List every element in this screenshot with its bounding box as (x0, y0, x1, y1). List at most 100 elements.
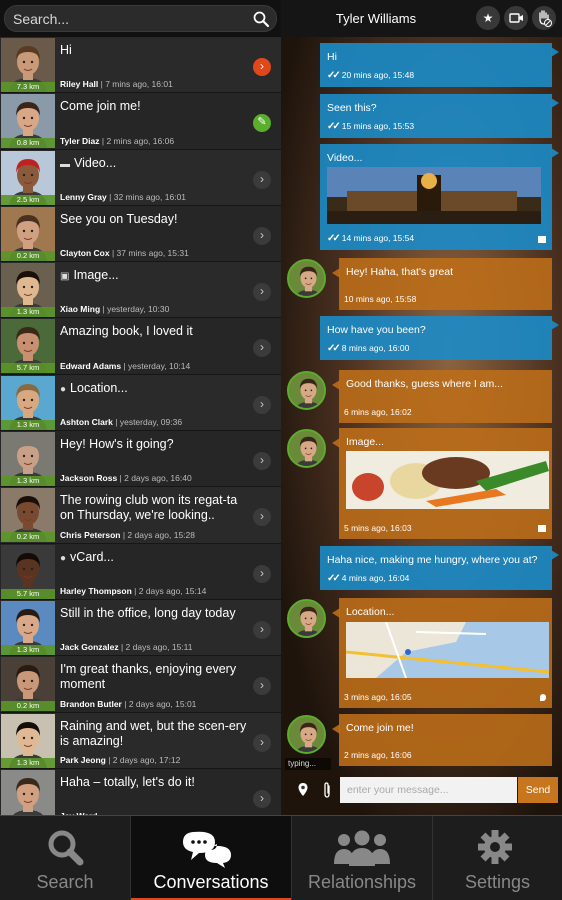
message-preview: Still in the office, long day today (60, 606, 250, 621)
message-text: Video... (74, 155, 117, 170)
share-location-icon[interactable] (293, 780, 313, 800)
chevron-right-icon[interactable]: › (253, 508, 271, 527)
message-timestamp: 2 mins ago, 16:06 (344, 750, 412, 760)
video-type-icon (538, 236, 546, 243)
tab-relationships[interactable]: Relationships (292, 816, 432, 900)
message-preview: Amazing book, I loved it (60, 324, 250, 339)
chevron-right-icon[interactable]: › (253, 283, 271, 302)
search-icon[interactable] (252, 10, 270, 28)
conversation-meta: Chris Peterson | 2 days ago, 15:28 (60, 529, 195, 540)
timestamp: 37 mins ago, 15:31 (116, 248, 189, 259)
avatar: 0.2 km (1, 488, 55, 543)
writing-indicator-icon[interactable]: ✎ (253, 114, 271, 133)
conversation-row[interactable]: 7.3 km Hi Riley Hall | 7 mins ago, 16:01 › (0, 37, 281, 94)
conversation-row[interactable]: 5.7 km Amazing book, I loved it Edward Ada… (0, 318, 281, 375)
location-icon: ● (60, 383, 67, 395)
incoming-message[interactable]: Hey! Haha, that's great 10 mins ago, 15:5… (332, 258, 552, 310)
conversation-row[interactable]: 1.3 km Raining and wet, but the scen-ery … (0, 712, 281, 769)
chevron-right-icon[interactable]: › (253, 452, 271, 471)
message-timestamp: ✓✓ 8 mins ago, 16:00 (327, 343, 409, 354)
outgoing-message[interactable]: Seen this? ✓✓ 15 mins ago, 15:53 (320, 94, 559, 138)
avatar: 5.7 km (1, 544, 55, 599)
avatar: 5.7 km (1, 319, 55, 374)
contact-name: Xiao Ming (60, 304, 101, 315)
message-time: 10 mins ago, 15:58 (344, 294, 417, 304)
send-button[interactable]: Send (518, 777, 558, 803)
read-receipt-icon: ✓✓ (327, 70, 341, 81)
chat-pane: Tyler Williams ★ Hi ✓✓ 20 mins ago, 15:48 S… (281, 0, 562, 815)
contact-name: Ashton Clark (60, 417, 113, 428)
search-input[interactable] (13, 6, 243, 31)
timestamp: 32 mins ago, 16:01 (113, 191, 187, 202)
message-text: Hey! How's it going? (60, 437, 174, 452)
chevron-right-icon[interactable]: › (253, 677, 271, 696)
timestamp: 2 days ago, 16:40 (124, 473, 192, 484)
conversation-row[interactable]: 0.2 km See you on Tuesday! Clayton Cox | 3… (0, 205, 281, 263)
attach-paperclip-icon[interactable] (317, 780, 337, 800)
distance-badge: 0.2 km (1, 532, 55, 543)
message-time: 6 mins ago, 16:02 (344, 407, 412, 417)
conversation-row[interactable]: 1.3 km ● Location... Ashton Clark | yesterd… (0, 374, 281, 432)
people-icon (334, 830, 390, 866)
contact-name: Tyler Williams (335, 11, 417, 26)
read-receipt-icon: ✓✓ (327, 343, 341, 354)
contact-avatar[interactable] (287, 259, 326, 298)
conversation-row[interactable]: 0.2 km I'm great thanks, enjoying every m… (0, 656, 281, 713)
conversation-row[interactable]: Haha – totally, let's do it!Jay Ward› (0, 768, 281, 815)
search-icon (48, 830, 84, 866)
message-text: I'm great thanks, enjoying every moment (60, 662, 237, 692)
incoming-message[interactable]: Image... 5 mins ago, 16:03 (332, 428, 552, 539)
tab-conversations[interactable]: Conversations (131, 816, 291, 900)
tab-search[interactable]: Search (0, 816, 130, 900)
contact-name: Tyler Diaz (60, 135, 100, 146)
avatar: 1.3 km (1, 432, 55, 487)
chevron-right-icon[interactable]: › (253, 789, 271, 808)
chevron-right-icon[interactable]: › (253, 733, 271, 752)
map-thumbnail[interactable] (346, 622, 549, 678)
search-box[interactable] (4, 5, 277, 32)
contact-avatar[interactable] (287, 371, 326, 410)
conversation-row[interactable]: 2.5 km ▬ Video... Lenny Gray | 32 mins ago,… (0, 149, 281, 206)
conversation-row[interactable]: 1.3 km ▣ Image... Xiao Ming | yesterday, 10… (0, 262, 281, 319)
conversation-row[interactable]: 1.3 km Still in the office, long day toda… (0, 599, 281, 657)
conversation-row[interactable]: 5.7 km ● vCard... Harley Thompson | 2 days … (0, 543, 281, 600)
contact-avatar[interactable] (287, 429, 326, 468)
conversation-row[interactable]: 0.2 km The rowing club won its regat-ta o… (0, 487, 281, 544)
conversation-meta: Ashton Clark | yesterday, 09:36 (60, 417, 183, 428)
outgoing-message[interactable]: How have you been? ✓✓ 8 mins ago, 16:00 (320, 316, 559, 360)
favorite-star-icon[interactable]: ★ (476, 6, 500, 30)
message-time: 8 mins ago, 16:00 (341, 343, 410, 353)
conversation-row[interactable]: 0.8 km Come join me! Tyler Diaz | 2 mins a… (0, 93, 281, 150)
chevron-right-icon[interactable]: › (253, 620, 271, 639)
outgoing-message[interactable]: Video... ✓✓ 14 mins ago, 15:54 (320, 144, 559, 250)
distance-badge: 1.3 km (1, 757, 55, 768)
message-preview: See you on Tuesday! (60, 212, 250, 227)
chevron-right-icon[interactable]: › (253, 564, 271, 583)
avatar: 0.2 km (1, 657, 55, 712)
chevron-right-icon[interactable]: › (253, 170, 271, 189)
tab-settings[interactable]: Settings (433, 816, 562, 900)
contact-avatar[interactable] (287, 715, 326, 754)
incoming-message[interactable]: Good thanks, guess where I am... 6 mins a… (332, 370, 552, 423)
distance-badge: 1.3 km (1, 644, 55, 655)
video-thumbnail[interactable] (327, 167, 541, 224)
distance-badge: 1.3 km (1, 307, 55, 318)
chevron-right-icon[interactable]: › (253, 226, 271, 245)
conversation-row[interactable]: 1.3 km Hey! How's it going? Jackson Ross |… (0, 431, 281, 488)
chevron-right-icon[interactable]: › (253, 339, 271, 358)
contact-avatar[interactable] (287, 599, 326, 638)
chevron-right-icon[interactable]: › (253, 395, 271, 414)
tab-relationships-label: Relationships (307, 872, 417, 892)
incoming-message[interactable]: Location... 3 mins ago, 16:05 (332, 598, 552, 708)
outgoing-message[interactable]: Hi ✓✓ 20 mins ago, 15:48 (320, 43, 559, 87)
message-input[interactable] (340, 777, 517, 803)
block-hand-icon[interactable] (532, 6, 556, 30)
unread-indicator-icon[interactable]: › (253, 58, 271, 76)
message-timestamp: ✓✓ 14 mins ago, 15:54 (327, 233, 414, 244)
food-image-thumbnail[interactable] (346, 451, 549, 509)
incoming-message[interactable]: Come join me! 2 mins ago, 16:06 (332, 714, 552, 766)
outgoing-message[interactable]: Haha nice, making me hungry, where you a… (320, 546, 559, 590)
message-time: 4 mins ago, 16:04 (341, 573, 410, 583)
video-call-icon[interactable] (504, 6, 528, 30)
message-text: Video... (327, 152, 363, 164)
